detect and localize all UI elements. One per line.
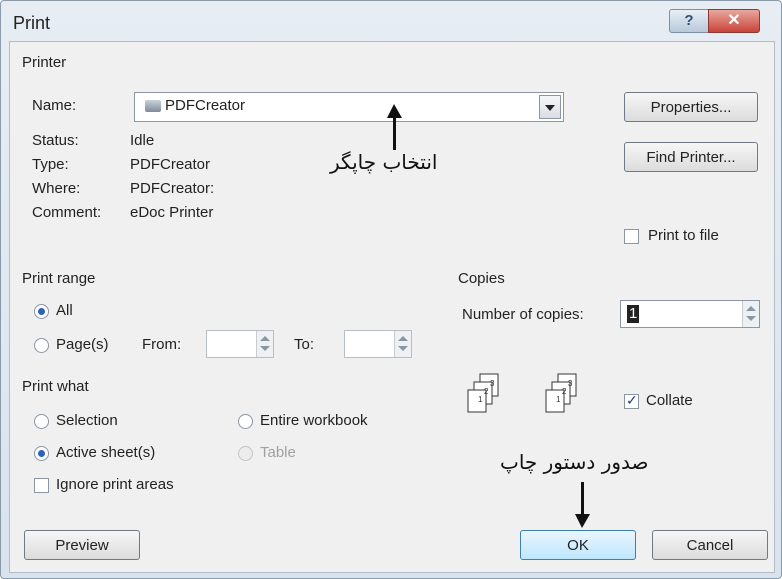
selection-radio-label: Selection [56,412,118,429]
from-page-spinner[interactable] [206,330,274,358]
to-label: To: [294,336,315,353]
print-what-section-label: Print what [22,378,89,395]
collate-checkbox[interactable] [624,392,639,409]
print-range-section-label: Print range [22,270,96,287]
print-dialog: Print ? ✕ Printer Name: PDFCreator Statu… [0,0,782,579]
where-value: PDFCreator: [130,180,215,197]
status-value: Idle [130,132,155,149]
printer-name-value: PDFCreator [165,97,246,114]
all-radio[interactable] [34,304,49,319]
svg-text:2: 2 [484,387,489,396]
select-printer-annotation: انتخاب چاپگر [330,150,438,174]
spinner-arrows-icon[interactable] [394,331,411,357]
svg-text:1: 1 [556,395,561,404]
copies-value: 1 [627,305,640,323]
table-label: Table [260,444,296,461]
status-label: Status: [32,132,79,149]
collate-pages-icon: 3 2 1 [467,373,499,413]
printer-section-label: Printer [22,54,67,71]
name-label: Name: [32,97,77,114]
where-label: Where: [32,180,81,197]
annotation-arrow-up [387,104,402,150]
printer-icon [145,100,161,112]
print-to-file-checkbox[interactable] [624,229,639,244]
number-of-copies-input[interactable]: 1 [620,300,760,328]
collate-pages-icon: 3 2 1 [545,373,577,413]
number-of-copies-label: Number of copies: [462,306,584,323]
chevron-down-icon[interactable] [539,95,561,119]
find-printer-button[interactable]: Find Printer... [624,142,758,172]
table-radio [238,446,253,461]
dialog-body: Printer Name: PDFCreator Status: Idle Ty… [9,41,775,573]
svg-text:1: 1 [478,395,483,404]
selection-radio[interactable] [34,414,49,429]
from-label: From: [142,336,182,353]
type-value: PDFCreator [130,156,211,173]
spinner-arrows-icon[interactable] [742,301,759,327]
close-button[interactable]: ✕ [708,9,760,33]
svg-text:3: 3 [568,379,573,388]
type-label: Type: [32,156,69,173]
pages-radio-label: Page(s) [56,336,109,353]
help-button[interactable]: ? [669,9,709,33]
svg-text:2: 2 [562,387,567,396]
ignore-print-areas-label: Ignore print areas [56,476,174,493]
title-bar: Print ? ✕ [1,1,781,41]
ignore-print-areas-checkbox[interactable] [34,478,49,493]
active-sheets-radio[interactable] [34,446,49,461]
comment-value: eDoc Printer [130,204,214,221]
collate-label: Collate [646,392,693,409]
entire-workbook-radio[interactable] [238,414,253,429]
cancel-button[interactable]: Cancel [652,530,768,560]
comment-label: Comment: [32,204,102,221]
spinner-arrows-icon[interactable] [256,331,273,357]
properties-button[interactable]: Properties... [624,92,758,122]
ok-button[interactable]: OK [520,530,636,560]
annotation-arrow-down [575,482,590,528]
entire-workbook-label: Entire workbook [260,412,368,429]
window-title: Print [13,13,51,33]
issue-print-annotation: صدور دستور چاپ [500,450,649,474]
pages-radio[interactable] [34,338,49,353]
print-to-file-label: Print to file [648,227,719,244]
printer-name-select[interactable]: PDFCreator [134,92,564,122]
active-sheets-label: Active sheet(s) [56,444,156,461]
preview-button[interactable]: Preview [24,530,140,560]
copies-section-label: Copies [458,270,505,287]
all-radio-label: All [56,302,73,319]
svg-text:3: 3 [490,379,495,388]
to-page-spinner[interactable] [344,330,412,358]
